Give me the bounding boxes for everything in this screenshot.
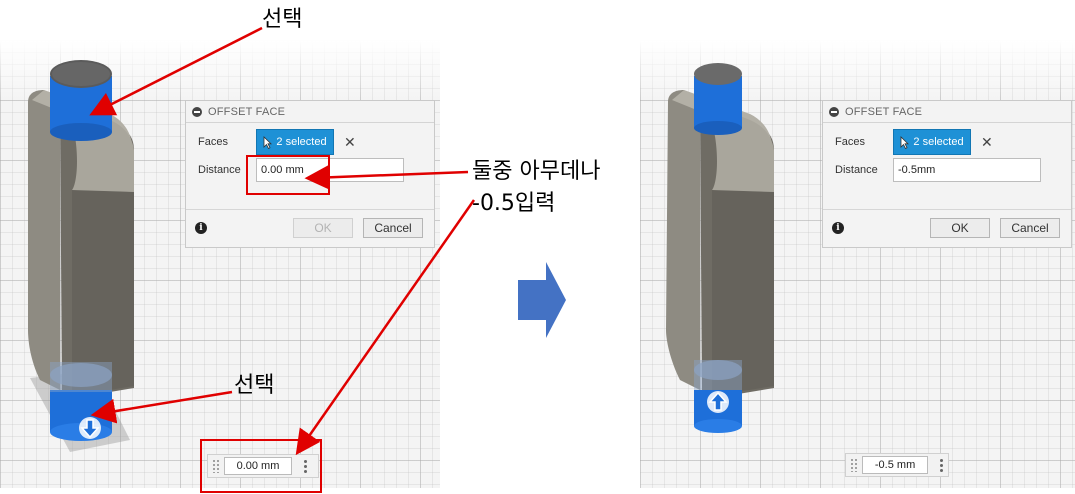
annotation-arrows [89, 26, 476, 456]
arrow-to-inline-input [295, 199, 476, 456]
arrow-to-distance-input [304, 164, 469, 190]
arrow-to-top-face [89, 26, 263, 116]
arrow-to-bottom-face [90, 390, 233, 424]
